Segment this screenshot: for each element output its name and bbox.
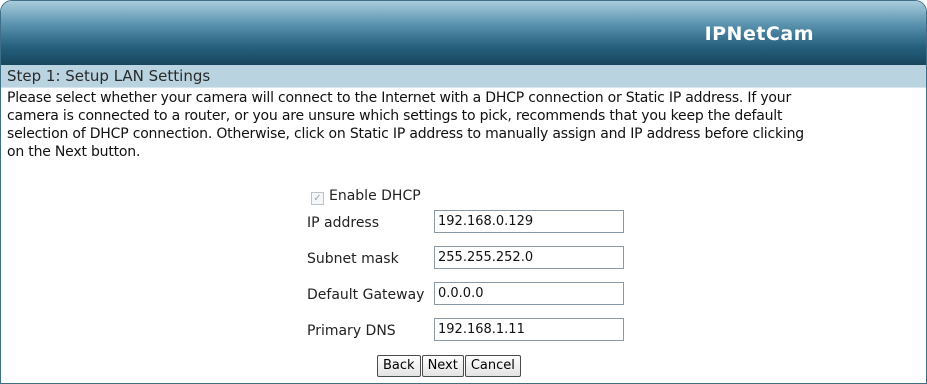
default-gateway-input[interactable]: 0.0.0.0 [434,282,624,305]
default-gateway-row: Default Gateway 0.0.0.0 [1,280,926,310]
primary-dns-label: Primary DNS [307,323,396,339]
next-button[interactable]: Next [421,355,464,377]
instructions-line: on the Next button. [7,144,141,160]
back-button[interactable]: Back [377,355,421,377]
step-title: Step 1: Setup LAN Settings [1,65,926,88]
instructions-line: selection of DHCP connection. Otherwise,… [7,126,804,142]
primary-dns-input[interactable]: 192.168.1.11 [434,318,624,341]
instructions-line: camera is connected to a router, or you … [7,108,783,124]
header-banner: IPNetCam [1,1,926,65]
enable-dhcp-label: Enable DHCP [329,188,421,204]
instructions-text: Please select whether your camera will c… [1,89,926,161]
ip-address-label: IP address [307,215,380,231]
ip-address-input[interactable]: 192.168.0.129 [434,210,624,233]
enable-dhcp-row[interactable]: ✓ Enable DHCP [311,188,421,205]
brand-title: IPNetCam [704,23,814,45]
subnet-mask-input[interactable]: 255.255.252.0 [434,246,624,269]
main-frame: IPNetCam Step 1: Setup LAN Settings Plea… [0,0,927,384]
enable-dhcp-checkbox[interactable]: ✓ [311,192,324,205]
button-row: Back Next Cancel [377,354,522,377]
default-gateway-label: Default Gateway [307,287,425,303]
instructions-line: Please select whether your camera will c… [7,90,791,106]
subnet-mask-row: Subnet mask 255.255.252.0 [1,244,926,274]
ip-address-row: IP address 192.168.0.129 [1,208,926,238]
primary-dns-row: Primary DNS 192.168.1.11 [1,316,926,346]
cancel-button[interactable]: Cancel [464,355,521,377]
subnet-mask-label: Subnet mask [307,251,399,267]
